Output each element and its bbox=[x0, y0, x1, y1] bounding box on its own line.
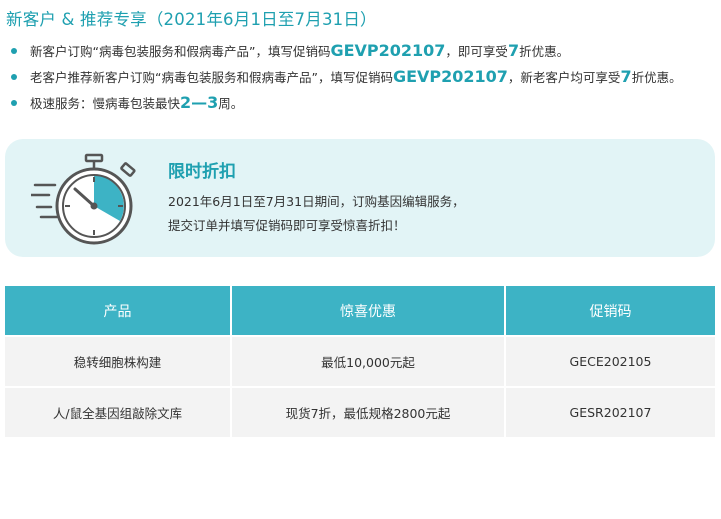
banner-title: 限时折扣 bbox=[168, 162, 236, 182]
offer-cell: 现货7折，最低规格2800元起 bbox=[231, 386, 506, 437]
bullet-dot-icon bbox=[11, 48, 17, 54]
bullet-text: 极速服务：慢病毒包装最快 bbox=[30, 96, 181, 111]
weeks-value: 2—3 bbox=[180, 93, 219, 112]
promo-code: GEVP202107 bbox=[392, 67, 508, 86]
promo-bullet-list: 新客户订购“病毒包装服务和假病毒产品”，填写促销码GEVP202107，即可享受… bbox=[8, 38, 720, 116]
discount-value: 7 bbox=[507, 41, 520, 60]
table-row: 人/鼠全基因组敲除文库 现货7折，最低规格2800元起 GESR202107 bbox=[5, 386, 715, 437]
promo-code-cell: GECE202105 bbox=[505, 335, 715, 387]
discount-value: 7 bbox=[620, 67, 632, 86]
bullet-new-customer: 新客户订购“病毒包装服务和假病毒产品”，填写促销码GEVP202107，即可享受… bbox=[8, 38, 720, 64]
product-cell: 人/鼠全基因组敲除文库 bbox=[5, 386, 232, 437]
bullet-express-service: 极速服务：慢病毒包装最快2—3周。 bbox=[8, 90, 720, 116]
bullet-text: 折优惠。 bbox=[631, 70, 682, 85]
bullet-dot-icon bbox=[11, 100, 17, 106]
product-cell: 稳转细胞株构建 bbox=[5, 335, 232, 387]
promo-code-cell: GESR202107 bbox=[505, 386, 715, 437]
page-title: 新客户 & 推荐专享（2021年6月1日至7月31日） bbox=[6, 10, 377, 29]
bullet-text: 周。 bbox=[218, 96, 244, 111]
offer-cell: 最低10,000元起 bbox=[231, 335, 506, 387]
banner-text-line: 提交订单并填写促销码即可享受惊喜折扣！ bbox=[168, 218, 406, 233]
bullet-dot-icon bbox=[11, 74, 17, 80]
column-header-offer: 惊喜优惠 bbox=[231, 286, 506, 336]
bullet-referral: 老客户推荐新客户订购“病毒包装服务和假病毒产品”，填写促销码GEVP202107… bbox=[8, 64, 720, 90]
table-header-row: 产品 惊喜优惠 促销码 bbox=[5, 286, 715, 336]
bullet-text: ，新老客户均可享受 bbox=[507, 70, 621, 85]
promo-code: GEVP202107 bbox=[330, 41, 446, 60]
limited-discount-banner: 限时折扣 2021年6月1日至7月31日期间，订购基因编辑服务， 提交订单并填写… bbox=[5, 139, 715, 257]
bullet-text: 老客户推荐新客户订购“病毒包装服务和假病毒产品”，填写促销码 bbox=[30, 70, 393, 85]
column-header-product: 产品 bbox=[5, 286, 232, 336]
bullet-text: ，即可享受 bbox=[445, 44, 508, 59]
bullet-text: 新客户订购“病毒包装服务和假病毒产品”，填写促销码 bbox=[30, 44, 331, 59]
stopwatch-icon bbox=[31, 153, 136, 245]
bullet-text: 折优惠。 bbox=[519, 44, 570, 59]
banner-text-line: 2021年6月1日至7月31日期间，订购基因编辑服务， bbox=[168, 194, 465, 209]
discount-table: 产品 惊喜优惠 促销码 稳转细胞株构建 最低10,000元起 GECE20210… bbox=[5, 286, 715, 437]
table-row: 稳转细胞株构建 最低10,000元起 GECE202105 bbox=[5, 335, 715, 387]
column-header-promo-code: 促销码 bbox=[505, 286, 715, 336]
